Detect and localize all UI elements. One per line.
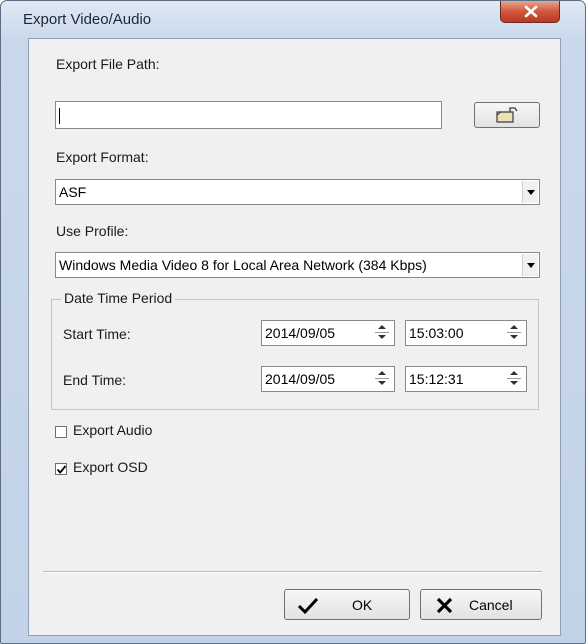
export-osd-label[interactable]: Export OSD bbox=[73, 459, 148, 475]
export-audio-checkbox[interactable] bbox=[55, 426, 67, 438]
start-time-label: Start Time: bbox=[63, 326, 131, 342]
browse-folder-button[interactable] bbox=[474, 102, 540, 128]
spin-down-icon[interactable] bbox=[504, 379, 524, 390]
text-cursor bbox=[59, 108, 60, 125]
date-time-period-group bbox=[51, 299, 539, 410]
file-path-label: Export File Path: bbox=[56, 56, 160, 72]
profile-select[interactable]: Windows Media Video 8 for Local Area Net… bbox=[55, 252, 540, 278]
dialog-window: Export Video/Audio Export File Path: Exp… bbox=[0, 0, 586, 644]
end-date-picker[interactable]: 2014/09/05 bbox=[261, 366, 395, 392]
spin-up-icon[interactable] bbox=[372, 367, 392, 378]
profile-label: Use Profile: bbox=[56, 223, 129, 239]
end-date-spinner[interactable] bbox=[372, 367, 392, 391]
end-time-label: End Time: bbox=[63, 372, 127, 388]
start-time-picker[interactable]: 15:03:00 bbox=[405, 320, 527, 346]
start-date-picker[interactable]: 2014/09/05 bbox=[261, 320, 395, 346]
export-osd-checkbox[interactable] bbox=[55, 463, 67, 475]
end-time-picker[interactable]: 15:12:31 bbox=[405, 366, 527, 392]
spin-up-icon[interactable] bbox=[504, 321, 524, 332]
ok-button[interactable]: OK bbox=[284, 589, 410, 620]
ok-label: OK bbox=[352, 597, 373, 613]
file-path-input[interactable] bbox=[55, 101, 442, 129]
spin-up-icon[interactable] bbox=[504, 367, 524, 378]
chevron-down-icon[interactable] bbox=[522, 181, 538, 203]
checkmark-icon bbox=[297, 597, 319, 615]
checkmark-icon bbox=[56, 465, 67, 474]
format-select[interactable]: ASF bbox=[55, 179, 540, 205]
close-button[interactable] bbox=[500, 1, 560, 23]
dialog-body: Export File Path: Export Format: ASF Use… bbox=[28, 38, 561, 636]
separator-highlight bbox=[43, 572, 542, 573]
format-label: Export Format: bbox=[56, 149, 149, 165]
export-audio-label[interactable]: Export Audio bbox=[73, 422, 152, 438]
chevron-down-icon[interactable] bbox=[522, 254, 538, 276]
close-icon bbox=[524, 5, 538, 18]
title-bar[interactable]: Export Video/Audio bbox=[1, 1, 586, 37]
spin-down-icon[interactable] bbox=[504, 333, 524, 344]
folder-open-icon bbox=[496, 107, 518, 123]
date-time-period-legend: Date Time Period bbox=[61, 290, 176, 306]
spin-down-icon[interactable] bbox=[372, 379, 392, 390]
cancel-label: Cancel bbox=[469, 597, 513, 613]
start-time-spinner[interactable] bbox=[504, 321, 524, 345]
cancel-x-icon bbox=[436, 597, 453, 614]
spin-down-icon[interactable] bbox=[372, 333, 392, 344]
window-title: Export Video/Audio bbox=[23, 11, 152, 28]
start-date-spinner[interactable] bbox=[372, 321, 392, 345]
spin-up-icon[interactable] bbox=[372, 321, 392, 332]
cancel-button[interactable]: Cancel bbox=[420, 589, 542, 620]
end-time-spinner[interactable] bbox=[504, 367, 524, 391]
